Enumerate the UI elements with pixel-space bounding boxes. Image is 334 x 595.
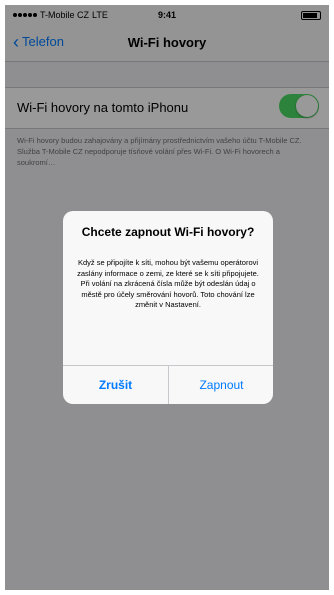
enable-button[interactable]: Zapnout (169, 366, 273, 404)
alert-title: Chcete zapnout Wi-Fi hovory? (81, 225, 255, 239)
alert-message: Když se připojíte k síti, mohou být vaše… (77, 258, 259, 309)
alert-dialog: Chcete zapnout Wi-Fi hovory? Když se při… (63, 211, 273, 404)
cancel-button[interactable]: Zrušit (63, 366, 168, 404)
phone-screen: T-Mobile CZ LTE 9:41 ‹ Telefon Wi-Fi hov… (5, 5, 329, 590)
